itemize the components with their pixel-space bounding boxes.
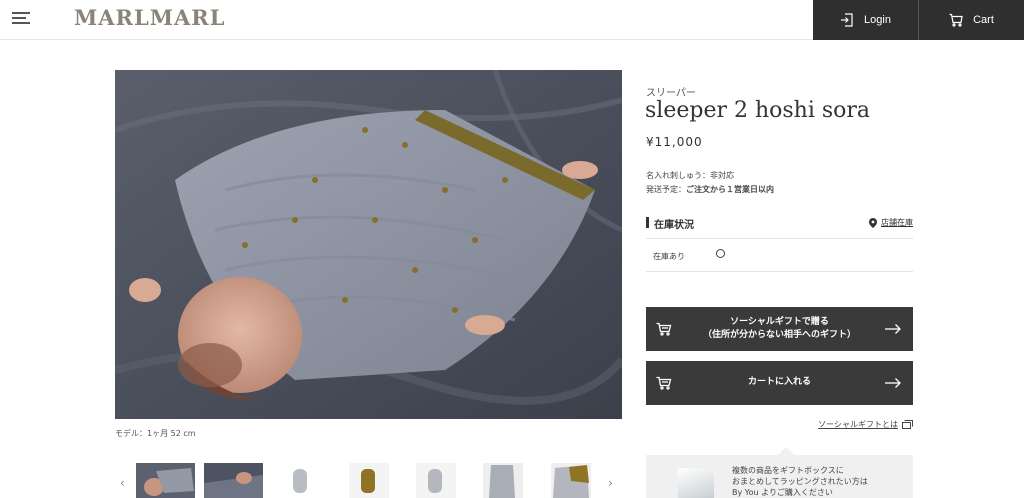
cart-button[interactable]: Cart	[918, 0, 1024, 40]
product-price: ¥11,000	[646, 135, 703, 149]
shipping-value: ご注文から１営業日以内	[686, 185, 774, 194]
gift-box-pointer	[778, 447, 794, 455]
thumbnail-image	[541, 463, 600, 498]
arrow-right-icon	[885, 378, 901, 388]
arrow-right-icon	[885, 324, 901, 334]
thumbnail-image	[204, 463, 263, 498]
thumbnail-3[interactable]	[271, 463, 330, 498]
header-actions: Login Cart	[813, 0, 1024, 40]
gift-box-banner[interactable]: 複数の商品をギフトボックスに おまとめしてラッピングされたい方は By You …	[646, 455, 913, 498]
store-stock-label: 店舗在庫	[881, 218, 913, 227]
cart-label: Cart	[973, 14, 994, 26]
shipping-info: 発送予定：ご注文から１営業日以内	[646, 184, 774, 195]
social-gift-button[interactable]: ソーシャルギフトで贈る （住所が分からない相手へのギフト）	[646, 307, 913, 351]
add-to-cart-button[interactable]: カートに入れる	[646, 361, 913, 405]
embroidery-info: 名入れ刺しゅう：非対応	[646, 171, 734, 180]
social-gift-about-link[interactable]: ソーシャルギフトとは	[818, 419, 913, 430]
gift-box-line-1: 複数の商品をギフトボックスに	[732, 466, 844, 475]
thumbnail-image	[136, 463, 195, 498]
thumbnail-prev-button[interactable]: ‹	[120, 476, 132, 490]
stock-available-indicator	[716, 249, 725, 258]
hamburger-menu-icon[interactable]	[12, 12, 30, 26]
baby-sleeper-photo	[115, 70, 622, 419]
thumbnail-6[interactable]	[473, 463, 532, 498]
stock-title: 在庫状況	[654, 220, 694, 231]
thumbnail-5[interactable]	[406, 463, 465, 498]
map-pin-icon	[869, 217, 877, 228]
product-title: sleeper 2 hoshi sora	[645, 98, 871, 123]
section-marker	[646, 217, 649, 228]
thumbnail-image	[473, 463, 532, 498]
cart-icon	[656, 322, 672, 336]
social-gift-label: ソーシャルギフトで贈る	[730, 317, 829, 327]
cart-icon	[656, 376, 672, 390]
thumbnail-7[interactable]	[541, 463, 600, 498]
gift-box-text: 複数の商品をギフトボックスに おまとめしてラッピングされたい方は By You …	[732, 465, 868, 498]
social-gift-sublabel: （住所が分からない相手へのギフト）	[702, 330, 856, 340]
stock-row-label: 在庫あり	[653, 252, 685, 261]
thumbnail-1[interactable]	[136, 463, 195, 498]
login-label: Login	[864, 14, 891, 26]
gift-box-image	[678, 468, 714, 498]
model-size-note: モデル：1ヶ月 52 cm	[115, 429, 196, 438]
site-logo[interactable]: MARLMARL	[74, 5, 226, 30]
shipping-label: 発送予定：	[646, 185, 686, 194]
thumbnail-image	[406, 463, 465, 498]
gift-box-line-2: おまとめしてラッピングされたい方は	[732, 477, 868, 486]
thumbnail-next-button[interactable]: ›	[608, 476, 620, 490]
stock-section-header: 在庫状況 店舗在庫	[646, 215, 913, 233]
thumbnail-4[interactable]	[339, 463, 398, 498]
product-category: スリーパー	[646, 88, 696, 99]
login-button[interactable]: Login	[813, 0, 918, 40]
login-icon	[841, 13, 853, 27]
thumbnail-2[interactable]	[204, 463, 263, 498]
cart-icon	[949, 13, 963, 27]
store-stock-link[interactable]: 店舗在庫	[869, 217, 913, 228]
thumbnail-image	[271, 463, 330, 498]
stock-row: 在庫あり	[646, 238, 913, 272]
product-main-image[interactable]	[115, 70, 622, 419]
gift-box-line-3: By You よりご購入ください	[732, 488, 833, 497]
external-window-icon	[902, 420, 913, 429]
site-header: MARLMARL Login Cart	[0, 0, 1024, 40]
social-gift-about-label: ソーシャルギフトとは	[818, 420, 898, 429]
thumbnail-image	[339, 463, 398, 498]
add-to-cart-label: カートに入れる	[747, 377, 811, 387]
